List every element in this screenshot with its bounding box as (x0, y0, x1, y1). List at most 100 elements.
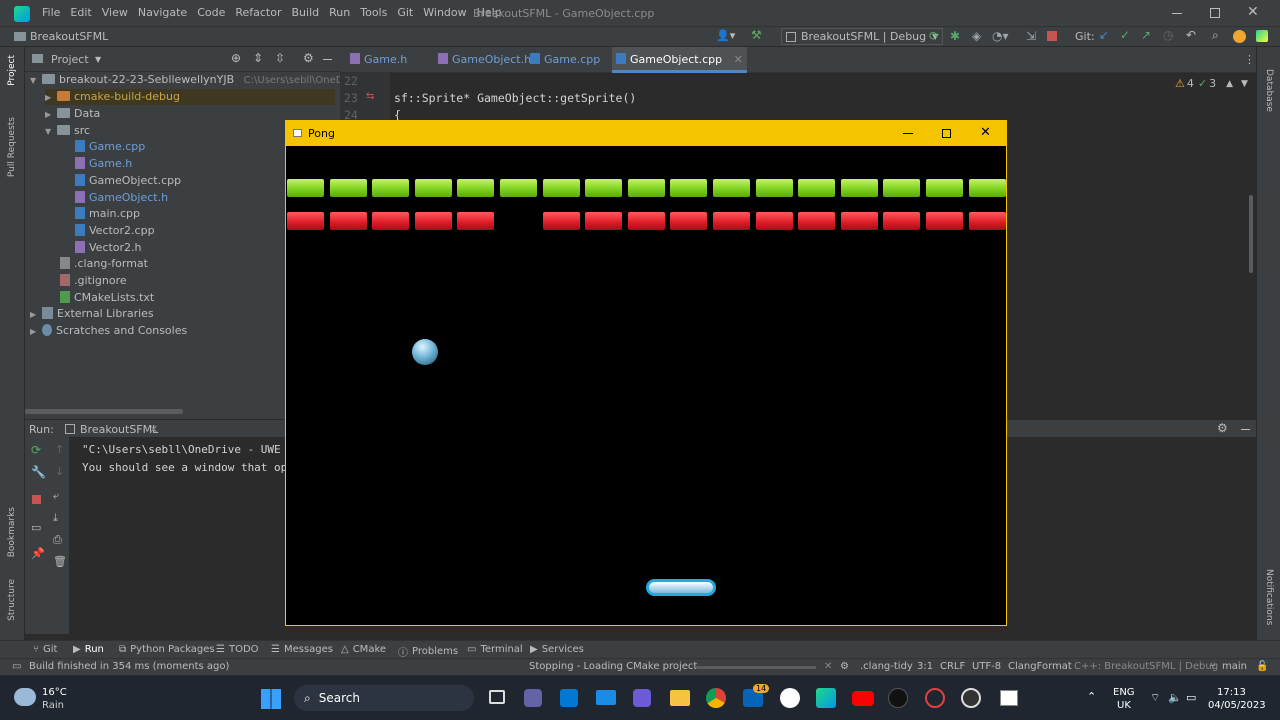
more-tabs-icon[interactable]: ⋮ (1244, 53, 1255, 66)
chevron-down-icon[interactable]: ▼ (30, 73, 42, 89)
history-icon[interactable]: ◷ (1163, 28, 1173, 42)
wrench-icon[interactable]: 🔧 (31, 465, 46, 479)
debug-icon[interactable]: ✱ (950, 29, 960, 43)
tree-item-clang-format[interactable]: .clang-format (60, 256, 148, 272)
pin-icon[interactable]: 📌 (31, 547, 45, 560)
stop-icon[interactable] (32, 495, 41, 504)
obs-icon[interactable] (961, 688, 981, 708)
status-formatter[interactable]: ClangFormat (1008, 661, 1072, 672)
region-code[interactable]: UK (1117, 700, 1131, 711)
collapse-all-icon[interactable]: ⇳ (275, 51, 285, 65)
coverage-icon[interactable]: ◈ (972, 29, 981, 43)
status-branch[interactable]: main (1222, 661, 1247, 672)
database-tool-tab[interactable]: Database (1264, 69, 1274, 112)
git-push-icon[interactable]: ↗ (1141, 28, 1151, 42)
app-22-icon[interactable] (888, 688, 908, 708)
status-clang-tidy[interactable]: .clang-tidy (860, 661, 913, 672)
language-code[interactable]: ENG (1113, 687, 1135, 698)
file-explorer-icon[interactable] (670, 690, 690, 706)
tree-item-vector2-cpp[interactable]: Vector2.cpp (75, 223, 155, 239)
pull-requests-tool-tab[interactable]: Pull Requests (7, 117, 17, 177)
gear-icon[interactable]: ⚙ (1217, 421, 1228, 435)
status-context[interactable]: C++: BreakoutSFML | Debug (1074, 661, 1218, 672)
rerun-icon[interactable]: ⟳ (929, 29, 939, 43)
recorder-icon[interactable] (925, 688, 945, 708)
pong-title-bar[interactable]: Pong ✕ (286, 121, 1006, 146)
tab-gameobject-cpp[interactable]: GameObject.cpp ✕ (612, 47, 747, 73)
status-caret-position[interactable]: 3:1 (917, 661, 933, 672)
locate-icon[interactable]: ⊕ (231, 51, 241, 65)
teams-icon[interactable] (524, 689, 542, 707)
scroll-to-end-icon[interactable]: ⤓ (53, 511, 58, 525)
layout-icon[interactable]: ▭ (31, 521, 41, 534)
rerun-icon[interactable]: ⟳ (31, 443, 41, 457)
status-line-ending[interactable]: CRLF (940, 661, 965, 672)
lock-icon[interactable]: 🔓 (1256, 661, 1268, 672)
git-update-icon[interactable]: ↙ (1099, 28, 1109, 42)
menu-edit[interactable]: Edit (70, 6, 91, 19)
scroll-up-icon[interactable]: ↑ (55, 443, 64, 456)
code-line[interactable]: sf::Sprite* GameObject::getSprite() (394, 91, 636, 105)
wifi-icon[interactable]: ⌔ (1150, 691, 1160, 705)
tool-tab-messages[interactable]: ☰ Messages (271, 644, 333, 655)
breadcrumb-project[interactable]: BreakoutSFML (30, 30, 108, 43)
structure-tool-tab[interactable]: Structure (7, 579, 17, 621)
tool-tab-git[interactable]: ⑂ Git (33, 644, 57, 655)
menu-view[interactable]: View (102, 6, 128, 19)
chrome-icon[interactable] (706, 688, 726, 708)
weather-temp[interactable]: 16°C (42, 687, 67, 698)
pong-close-icon[interactable]: ✕ (980, 125, 991, 140)
task-view-icon[interactable] (489, 690, 505, 704)
chevron-right-icon[interactable]: ▶ (45, 107, 57, 123)
scroll-down-icon[interactable]: ↓ (55, 465, 64, 478)
menu-git[interactable]: Git (397, 6, 413, 19)
tree-item-cmakelists[interactable]: CMakeLists.txt (60, 290, 154, 306)
chevron-down-icon[interactable]: ▼ (1241, 79, 1248, 89)
project-panel-title[interactable]: Project (51, 53, 89, 66)
updates-icon[interactable] (1233, 30, 1246, 43)
tree-item-game-cpp[interactable]: Game.cpp (75, 139, 145, 155)
notifications-tool-tab[interactable]: Notifications (1264, 569, 1274, 625)
menu-code[interactable]: Code (197, 6, 225, 19)
close-tab-icon[interactable]: ✕ (734, 53, 743, 66)
pong-maximize-icon[interactable] (942, 129, 951, 138)
pong-minimize-icon[interactable] (903, 133, 913, 134)
minimize-icon[interactable] (1172, 13, 1182, 14)
tree-item-gameobject-cpp[interactable]: GameObject.cpp (75, 173, 181, 189)
menu-file[interactable]: File (42, 6, 60, 19)
youtube-icon[interactable] (852, 691, 874, 706)
inspection-widget[interactable]: ⚠ 4 ✓ 3 ▲ ▼ (1175, 77, 1248, 90)
mail-icon[interactable] (596, 690, 616, 705)
git-commit-icon[interactable]: ✓ (1120, 28, 1130, 42)
menu-navigate[interactable]: Navigate (138, 6, 187, 19)
clock-time[interactable]: 17:13 (1217, 687, 1246, 698)
menu-build[interactable]: Build (292, 6, 320, 19)
volume-icon[interactable]: 🔈 (1168, 691, 1182, 704)
tray-overflow-icon[interactable]: ⌃ (1087, 690, 1096, 703)
search-icon[interactable]: ⌕ (1212, 28, 1219, 43)
status-build-message[interactable]: Build finished in 354 ms (moments ago) (29, 661, 229, 672)
tab-gameobject-h[interactable]: GameObject.h (434, 47, 535, 73)
build-hammer-icon[interactable]: ⚒ (751, 28, 762, 42)
run-tab-label[interactable]: BreakoutSFML (80, 423, 158, 436)
clion-logo-icon[interactable] (14, 6, 30, 22)
menu-refactor[interactable]: Refactor (235, 6, 281, 19)
gear-icon[interactable]: ⚙ (303, 51, 314, 65)
trash-icon[interactable]: 🗑 (53, 555, 67, 568)
tree-item-gameobject-h[interactable]: GameObject.h (75, 190, 168, 206)
implementation-marker-icon[interactable]: ⇆ (366, 91, 374, 102)
clock-date[interactable]: 04/05/2023 (1208, 700, 1266, 711)
status-layout-icon[interactable]: ▭ (12, 661, 21, 672)
editor-scrollbar[interactable] (1249, 195, 1253, 273)
stop-icon[interactable] (1047, 31, 1057, 41)
menu-tools[interactable]: Tools (360, 6, 387, 19)
jetbrains-ai-icon[interactable] (1256, 30, 1268, 42)
run-config-select[interactable]: BreakoutSFML | Debug ▼ (781, 28, 944, 45)
weather-desc[interactable]: Rain (42, 700, 64, 711)
windows-start-icon[interactable] (261, 689, 281, 709)
tool-tab-python-packages[interactable]: ⧉ Python Packages (119, 644, 215, 655)
tree-item-game-h[interactable]: Game.h (75, 156, 132, 172)
tree-item-scratches[interactable]: ▶ Scratches and Consoles (30, 323, 187, 339)
user-icon[interactable]: 👤▾ (716, 29, 735, 42)
close-run-tab-icon[interactable]: ✕ (149, 423, 158, 436)
